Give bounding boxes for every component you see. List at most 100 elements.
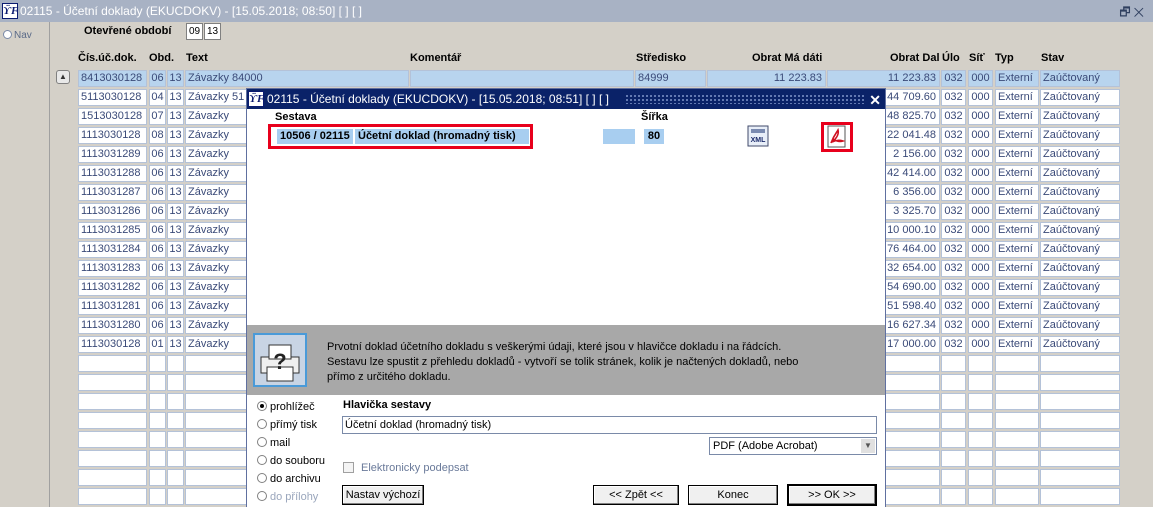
period-value-2[interactable]: 13 bbox=[204, 23, 221, 40]
grid-cell-ulo[interactable] bbox=[941, 355, 966, 372]
grid-cell-ulo[interactable]: 032 bbox=[941, 165, 966, 182]
grid-cell-ulo[interactable]: 032 bbox=[941, 108, 966, 125]
xml-export-icon[interactable]: XML bbox=[747, 125, 769, 147]
grid-cell-n[interactable]: 13 bbox=[167, 203, 184, 220]
grid-cell-obd[interactable]: 06 bbox=[149, 203, 166, 220]
grid-cell-stav[interactable] bbox=[1040, 469, 1120, 486]
grid-cell-stav[interactable] bbox=[1040, 374, 1120, 391]
grid-cell-sit[interactable]: 000 bbox=[968, 165, 993, 182]
grid-cell-n[interactable]: 13 bbox=[167, 260, 184, 277]
grid-cell-ulo[interactable]: 032 bbox=[941, 260, 966, 277]
grid-cell-sit[interactable] bbox=[968, 488, 993, 505]
grid-cell-typ[interactable]: Externí bbox=[995, 298, 1039, 315]
grid-cell-sit[interactable]: 000 bbox=[968, 146, 993, 163]
grid-cell-doc[interactable]: 1113031281 bbox=[78, 298, 147, 315]
grid-cell-obd[interactable]: 06 bbox=[149, 146, 166, 163]
window-controls[interactable]: 🗗✕ bbox=[1119, 3, 1147, 24]
set-default-button[interactable]: Nastav výchozí bbox=[342, 485, 424, 505]
grid-cell-obd[interactable] bbox=[149, 412, 166, 429]
grid-cell-doc[interactable]: 1113031283 bbox=[78, 260, 147, 277]
grid-cell-ulo[interactable]: 032 bbox=[941, 279, 966, 296]
grid-cell-ulo[interactable] bbox=[941, 469, 966, 486]
grid-cell-doc[interactable]: 1113031288 bbox=[78, 165, 147, 182]
grid-cell-n[interactable]: 13 bbox=[167, 108, 184, 125]
grid-cell-n[interactable] bbox=[167, 355, 184, 372]
grid-cell-typ[interactable]: Externí bbox=[995, 70, 1039, 87]
grid-cell-typ[interactable]: Externí bbox=[995, 279, 1039, 296]
grid-cell-obd[interactable] bbox=[149, 355, 166, 372]
grid-cell-ulo[interactable]: 032 bbox=[941, 317, 966, 334]
grid-cell-doc[interactable]: 1113031286 bbox=[78, 203, 147, 220]
output-option[interactable]: přímý tisk bbox=[257, 419, 317, 431]
grid-cell-doc[interactable] bbox=[78, 393, 147, 410]
cancel-button[interactable]: Konec bbox=[688, 485, 778, 505]
esign-checkbox[interactable] bbox=[343, 462, 354, 473]
grid-cell-n[interactable]: 13 bbox=[167, 127, 184, 144]
grid-cell-dal[interactable]: 11 223.83 bbox=[827, 70, 940, 87]
grid-cell-n[interactable] bbox=[167, 450, 184, 467]
grid-cell-n[interactable]: 13 bbox=[167, 241, 184, 258]
grid-cell-n[interactable]: 13 bbox=[167, 70, 184, 87]
grid-cell-doc[interactable] bbox=[78, 469, 147, 486]
grid-cell-obd[interactable] bbox=[149, 488, 166, 505]
grid-cell-typ[interactable]: Externí bbox=[995, 336, 1039, 353]
radio-icon[interactable] bbox=[257, 437, 267, 447]
grid-cell-doc[interactable]: 8413030128 bbox=[78, 70, 147, 87]
grid-cell-typ[interactable]: Externí bbox=[995, 146, 1039, 163]
grid-cell-sit[interactable]: 000 bbox=[968, 222, 993, 239]
grid-cell-n[interactable]: 13 bbox=[167, 317, 184, 334]
grid-cell-typ[interactable]: Externí bbox=[995, 127, 1039, 144]
col-header-text[interactable]: Text bbox=[186, 52, 208, 64]
grid-cell-stav[interactable] bbox=[1040, 488, 1120, 505]
grid-cell-stredisko[interactable]: 84999 bbox=[635, 70, 706, 87]
grid-cell-sit[interactable]: 000 bbox=[968, 70, 993, 87]
grid-cell-obd[interactable]: 06 bbox=[149, 317, 166, 334]
grid-cell-typ[interactable] bbox=[995, 393, 1039, 410]
grid-cell-ulo[interactable] bbox=[941, 374, 966, 391]
radio-icon[interactable] bbox=[257, 491, 267, 501]
grid-cell-stav[interactable]: Zaúčtovaný bbox=[1040, 89, 1120, 106]
grid-cell-obd[interactable] bbox=[149, 469, 166, 486]
grid-cell-stav[interactable]: Zaúčtovaný bbox=[1040, 70, 1120, 87]
grid-cell-n[interactable]: 13 bbox=[167, 146, 184, 163]
grid-cell-sit[interactable]: 000 bbox=[968, 184, 993, 201]
grid-cell-doc[interactable]: 5113030128 bbox=[78, 89, 147, 106]
grid-cell-n[interactable]: 13 bbox=[167, 222, 184, 239]
radio-icon[interactable] bbox=[257, 419, 267, 429]
grid-cell-sit[interactable]: 000 bbox=[968, 241, 993, 258]
grid-cell-typ[interactable]: Externí bbox=[995, 317, 1039, 334]
grid-cell-doc[interactable]: 1113031289 bbox=[78, 146, 147, 163]
grid-cell-n[interactable] bbox=[167, 374, 184, 391]
grid-cell-sit[interactable]: 000 bbox=[968, 260, 993, 277]
grid-cell-typ[interactable] bbox=[995, 374, 1039, 391]
grid-cell-typ[interactable] bbox=[995, 488, 1039, 505]
grid-cell-stav[interactable] bbox=[1040, 431, 1120, 448]
grid-cell-ulo[interactable]: 032 bbox=[941, 89, 966, 106]
grid-cell-obd[interactable]: 06 bbox=[149, 165, 166, 182]
output-option[interactable]: prohlížeč bbox=[257, 401, 315, 413]
grid-cell-sit[interactable]: 000 bbox=[968, 203, 993, 220]
grid-cell-typ[interactable]: Externí bbox=[995, 89, 1039, 106]
grid-cell-doc[interactable]: 1113031287 bbox=[78, 184, 147, 201]
grid-cell-typ[interactable]: Externí bbox=[995, 165, 1039, 182]
grid-cell-sit[interactable]: 000 bbox=[968, 317, 993, 334]
grid-cell-ulo[interactable]: 032 bbox=[941, 336, 966, 353]
header-input[interactable]: Účetní doklad (hromadný tisk) bbox=[342, 416, 877, 434]
grid-cell-doc[interactable] bbox=[78, 488, 147, 505]
grid-cell-doc[interactable]: 1113031284 bbox=[78, 241, 147, 258]
col-header-obrat-dal[interactable]: Obrat Dal bbox=[890, 52, 940, 64]
grid-cell-typ[interactable] bbox=[995, 431, 1039, 448]
col-header-ulo[interactable]: Úlo bbox=[942, 52, 960, 64]
col-header-obrat-md[interactable]: Obrat Má dáti bbox=[752, 52, 822, 64]
grid-cell-obd[interactable] bbox=[149, 450, 166, 467]
grid-cell-typ[interactable]: Externí bbox=[995, 203, 1039, 220]
grid-cell-doc[interactable] bbox=[78, 431, 147, 448]
grid-cell-obd[interactable] bbox=[149, 393, 166, 410]
grid-cell-stav[interactable]: Zaúčtovaný bbox=[1040, 165, 1120, 182]
grid-cell-n[interactable]: 13 bbox=[167, 279, 184, 296]
col-header-koment[interactable]: Komentář bbox=[410, 52, 461, 64]
grid-cell-sit[interactable]: 000 bbox=[968, 89, 993, 106]
grid-cell-sit[interactable] bbox=[968, 469, 993, 486]
grid-cell-n[interactable] bbox=[167, 488, 184, 505]
grid-cell-ulo[interactable]: 032 bbox=[941, 241, 966, 258]
